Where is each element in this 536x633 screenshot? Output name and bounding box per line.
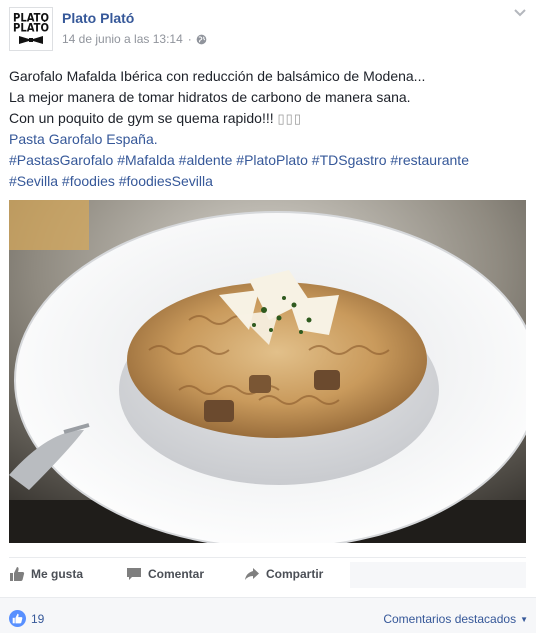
post-footer: 19 Comentarios destacados ▼ (0, 597, 536, 633)
hashtag-line: #Sevilla #foodies #foodiesSevilla (9, 171, 529, 192)
comments-filter-dropdown[interactable]: Comentarios destacados ▼ (383, 612, 528, 626)
reaction-summary[interactable]: 19 (9, 610, 44, 627)
hashtag-link[interactable]: #PlatoPlato (236, 152, 308, 168)
share-label: Compartir (266, 567, 324, 581)
post-text: Garofalo Mafalda Ibérica con reducción d… (9, 66, 529, 192)
reaction-count: 19 (31, 611, 45, 626)
pasta-dish-image (9, 200, 526, 543)
caret-down-icon: ▼ (520, 614, 528, 624)
post-meta: 14 de junio a las 13:14 · (62, 32, 207, 46)
hashtag-link[interactable]: #Sevilla (9, 173, 58, 189)
post-text-line: La mejor manera de tomar hidratos de car… (9, 89, 411, 105)
post-text-line: Con un poquito de gym se quema rapido!!!… (9, 108, 529, 129)
bowtie-icon (19, 36, 43, 44)
avatar-logo-bottom: PLATÓ (13, 22, 49, 35)
globe-icon[interactable] (196, 34, 207, 45)
post-photo[interactable] (9, 200, 526, 543)
post-text-line-content: Con un poquito de gym se quema rapido!!! (9, 110, 274, 126)
comments-filter-label: Comentarios destacados (383, 612, 517, 626)
share-button[interactable]: Compartir (244, 566, 323, 582)
emoji-placeholder: ▯▯▯ (277, 111, 302, 126)
hashtag-link[interactable]: #Mafalda (117, 152, 175, 168)
comment-icon (127, 568, 141, 580)
mention-link[interactable]: Pasta Garofalo España. (9, 129, 529, 150)
hashtag-link[interactable]: #PastasGarofalo (9, 152, 113, 168)
hashtag-link[interactable]: #restaurante (390, 152, 469, 168)
page-name-link[interactable]: Plato Plató (62, 10, 134, 26)
hashtag-link[interactable]: #aldente (179, 152, 233, 168)
like-label: Me gusta (31, 567, 84, 581)
hashtag-link[interactable]: #TDSgastro (312, 152, 387, 168)
hashtag-link[interactable]: #foodies (62, 173, 115, 189)
comment-button[interactable]: Comentar (126, 566, 204, 582)
comment-label: Comentar (148, 567, 205, 581)
hashtag-link[interactable]: #foodiesSevilla (119, 173, 213, 189)
facebook-post: PLATO PLATÓ Plato Plató 14 de junio a la… (0, 0, 536, 633)
post-timestamp[interactable]: 14 de junio a las 13:14 (62, 32, 183, 46)
page-avatar[interactable]: PLATO PLATÓ (9, 7, 53, 51)
share-icon (245, 568, 259, 580)
post-text-line: Garofalo Mafalda Ibérica con reducción d… (9, 68, 426, 84)
like-button[interactable]: Me gusta (9, 566, 83, 582)
thumbs-up-icon (10, 567, 25, 581)
chevron-down-icon[interactable] (513, 8, 527, 18)
hashtag-line: #PastasGarofalo #Mafalda #aldente #Plato… (9, 150, 529, 171)
post-actions-bar: Me gusta Comentar Compartir (9, 557, 526, 594)
like-reaction-icon (9, 610, 26, 627)
meta-separator: · (187, 32, 192, 46)
action-bar-placeholder (350, 562, 526, 588)
